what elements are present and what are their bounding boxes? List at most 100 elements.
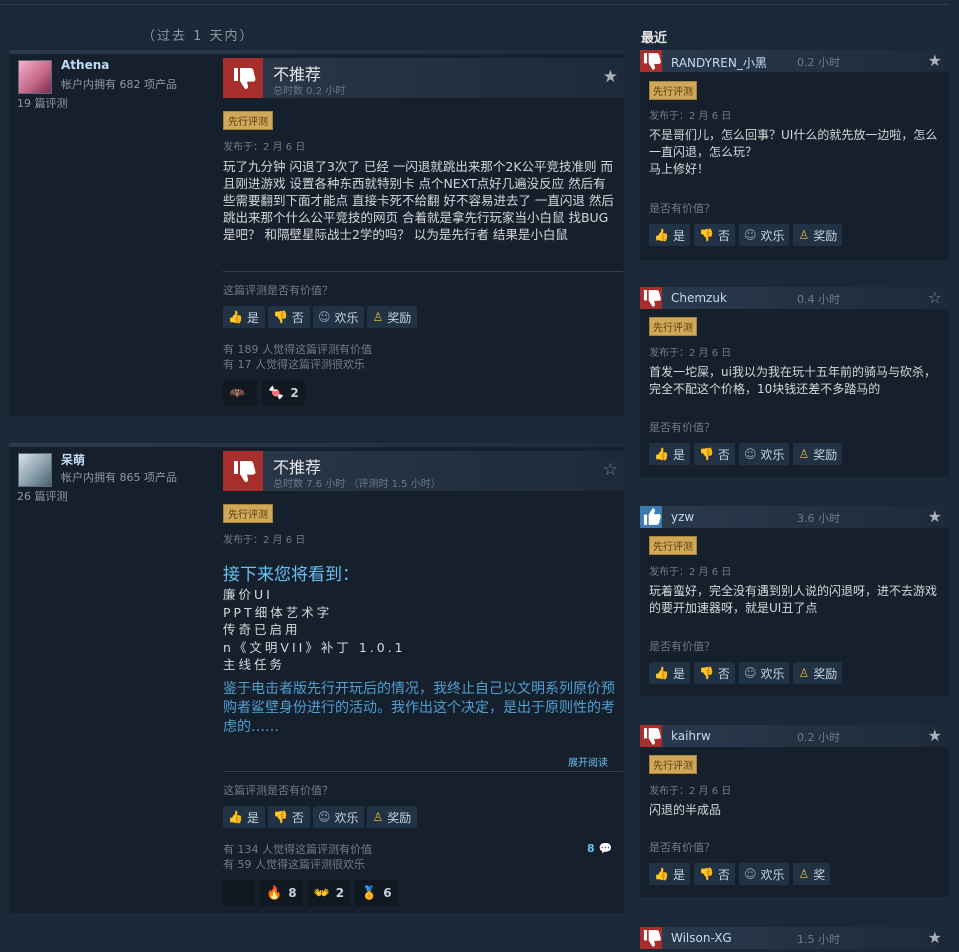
playtime: 0.2 小时 — [797, 56, 840, 69]
reaction-bat[interactable]: 🦇 — [223, 380, 258, 406]
vote-funny-button[interactable]: ☺ 欢乐 — [312, 806, 365, 828]
vote-funny-button[interactable]: ☺ 欢乐 — [312, 306, 365, 328]
vote-buttons: 👍 是 👎 否 ☺ 欢乐 ♙ 奖励 — [649, 662, 843, 684]
playtime: 总时数 7.6 小时 （评测时 1.5 小时） — [273, 479, 441, 490]
vote-yes-button[interactable]: 👍 是 — [223, 306, 265, 328]
award-button[interactable]: ♙ 奖 — [793, 863, 831, 885]
vote-funny-button[interactable]: ☺ 欢乐 — [738, 224, 790, 246]
author-name[interactable]: 呆萌 — [61, 451, 85, 468]
avatar[interactable] — [18, 60, 52, 94]
helpful-count: 有 134 人觉得这篇评测有价值 有 59 人觉得这篇评测很欢乐 — [223, 843, 372, 871]
vote-no-button[interactable]: 👎 否 — [693, 662, 735, 684]
vote-yes-button[interactable]: 👍 是 — [223, 806, 265, 828]
vote-yes-button[interactable]: 👍 是 — [649, 224, 690, 246]
thumbs-up-icon: 👍 — [654, 666, 669, 680]
star-icon[interactable]: ★ — [928, 726, 942, 745]
reaction-fire[interactable]: 🔥 8 — [260, 880, 303, 906]
vote-funny-button[interactable]: ☺ 欢乐 — [738, 662, 790, 684]
vote-no-button[interactable]: 👎 否 — [693, 224, 735, 246]
vote-yes-button[interactable]: 👍 是 — [649, 863, 690, 885]
award-button[interactable]: ♙ 奖励 — [793, 662, 843, 684]
award-icon: ♙ — [798, 228, 810, 242]
award-button[interactable]: ♙ 奖励 — [793, 224, 843, 246]
vote-buttons: 👍 是 👎 否 ☺ 欢乐 ♙ 奖励 — [223, 306, 418, 328]
vote-yes-button[interactable]: 👍 是 — [649, 443, 690, 465]
thumbs-up-icon — [640, 506, 662, 528]
playtime: 总时数 0.2 小时 — [273, 86, 346, 97]
thumbs-up-icon: 👍 — [228, 310, 243, 324]
reaction-hidden[interactable] — [223, 880, 255, 906]
smile-icon: ☺ — [743, 447, 757, 461]
reviewer-name[interactable]: Chemzuk — [671, 291, 727, 305]
reviewer-name[interactable]: yzw — [671, 510, 694, 524]
helpful-question: 这篇评测是否有价值？ — [223, 284, 333, 297]
early-access-badge: 先行评测 — [649, 755, 697, 774]
star-icon[interactable]: ★ — [928, 507, 942, 526]
helpful-question: 是否有价值？ — [649, 202, 715, 215]
posted-date: 发布于：2 月 6 日 — [649, 567, 732, 578]
star-outline-icon[interactable]: ☆ — [603, 460, 618, 480]
section-heading-past-day: （过去 1 天内） — [142, 29, 255, 44]
award-button[interactable]: ♙ 奖励 — [367, 806, 418, 828]
author-name[interactable]: Athena — [61, 58, 109, 72]
comment-count-link[interactable]: 8 💬 — [587, 842, 612, 855]
smile-icon: ☺ — [317, 310, 331, 324]
star-icon[interactable]: ★ — [603, 67, 618, 87]
vote-no-button[interactable]: 👎 否 — [693, 863, 735, 885]
reaction-candy[interactable]: 🍬 2 — [262, 380, 305, 406]
review-body: 闪退的半成品 — [649, 803, 722, 817]
posted-date: 发布于：2 月 6 日 — [223, 535, 306, 546]
award-button[interactable]: ♙ 奖励 — [367, 306, 418, 328]
thumbs-down-icon: 👎 — [272, 810, 288, 824]
award-button[interactable]: ♙ 奖励 — [793, 443, 843, 465]
vote-buttons: 👍 是 👎 否 ☺ 欢乐 ♙ 奖励 — [223, 806, 418, 828]
vote-funny-button[interactable]: ☺ 欢乐 — [738, 863, 790, 885]
fire-icon: 🔥 — [266, 885, 283, 901]
vote-buttons: 👍 是 👎 否 ☺ 欢乐 ♙ 奖励 — [649, 224, 843, 246]
comment-icon: 💬 — [598, 842, 613, 855]
hands-icon: 👐 — [313, 885, 330, 901]
thumbs-down-icon — [640, 287, 662, 309]
star-icon[interactable]: ★ — [928, 928, 942, 947]
recent-review-card: yzw 3.6 小时 ★ 先行评测 发布于：2 月 6 日 玩着蛮好，完全没有遇… — [640, 506, 949, 696]
posted-date: 发布于：2 月 6 日 — [223, 142, 306, 153]
star-outline-icon[interactable]: ☆ — [928, 288, 942, 307]
thumbs-down-icon: 👎 — [698, 447, 714, 461]
thumbs-down-icon — [223, 58, 263, 98]
posted-date: 发布于：2 月 6 日 — [649, 348, 732, 359]
vote-no-button[interactable]: 👎 否 — [267, 306, 310, 328]
star-icon[interactable]: ★ — [928, 51, 942, 70]
reaction-hands[interactable]: 👐 2 — [307, 880, 351, 906]
thumbs-up-icon: 👍 — [654, 867, 669, 881]
author-products: 帐户内拥有 865 项产品 — [61, 471, 177, 484]
review-list: 廉价UI PPT细体艺术字 传奇已启用 n《文明VII》补丁 1.0.1 主线任… — [223, 587, 406, 672]
award-icon: ♙ — [798, 447, 810, 461]
avatar[interactable] — [18, 453, 52, 487]
vote-header: 不推荐 总时数 0.2 小时 ★ — [223, 58, 624, 98]
playtime: 0.4 小时 — [797, 293, 840, 306]
award-icon: ♙ — [798, 666, 810, 680]
reviewer-name[interactable]: kaihrw — [671, 729, 711, 743]
vote-no-button[interactable]: 👎 否 — [267, 806, 310, 828]
vote-yes-button[interactable]: 👍 是 — [649, 662, 690, 684]
reviewer-name[interactable]: Wilson-XG — [671, 931, 732, 945]
thumbs-up-icon: 👍 — [654, 447, 669, 461]
vote-funny-button[interactable]: ☺ 欢乐 — [738, 443, 790, 465]
early-access-badge: 先行评测 — [649, 536, 697, 555]
section-heading-recent: 最近 — [641, 31, 668, 46]
recent-review-card: kaihrw 0.2 小时 ★ 先行评测 发布于：2 月 6 日 闪退的半成品 … — [640, 725, 949, 897]
thumbs-down-icon — [223, 451, 263, 491]
review-card: 呆萌 帐户内拥有 865 项产品 26 篇评测 不推荐 总时数 7.6 小时 （… — [9, 443, 624, 913]
reviewer-name[interactable]: RANDYREN_小黑 — [671, 54, 767, 71]
expand-link[interactable]: 展开阅读 — [568, 754, 608, 769]
smile-icon: ☺ — [317, 810, 331, 824]
vote-buttons: 👍 是 👎 否 ☺ 欢乐 ♙ 奖 — [649, 863, 831, 885]
vote-no-button[interactable]: 👎 否 — [693, 443, 735, 465]
helpful-question: 是否有价值？ — [649, 841, 715, 854]
reaction-medal[interactable]: 🏅 6 — [355, 880, 398, 906]
author-review-count[interactable]: 26 篇评测 — [17, 488, 68, 504]
playtime: 1.5 小时 — [797, 933, 840, 946]
author-review-count[interactable]: 19 篇评测 — [17, 95, 68, 111]
helpful-question: 是否有价值？ — [649, 640, 715, 653]
award-reactions: 🦇 🍬 2 — [223, 380, 305, 406]
